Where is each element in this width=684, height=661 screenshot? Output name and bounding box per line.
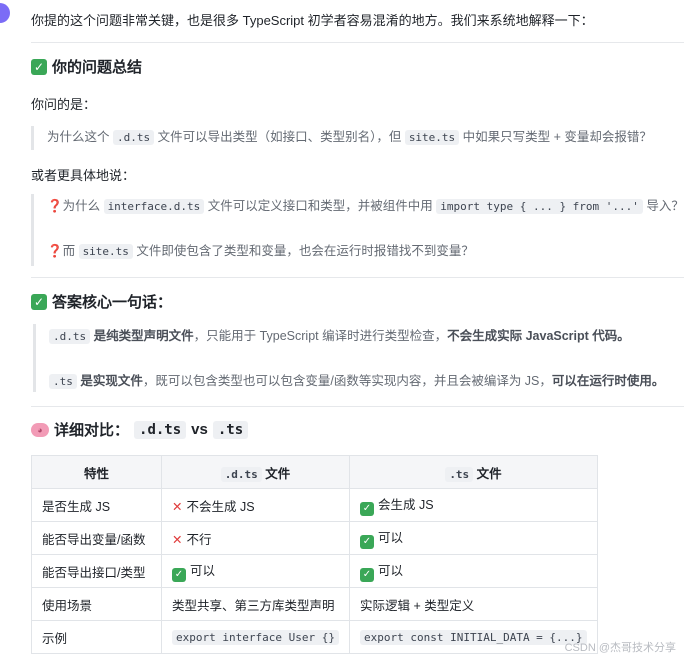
check-icon: ✓	[31, 58, 47, 75]
table-row: 示例 export interface User {} export const…	[31, 620, 598, 654]
header-ts: .ts 文件	[349, 455, 598, 489]
header-dts-suffix: 文件	[261, 466, 291, 481]
table-row: 使用场景 类型共享、第三方库类型声明 实际逻辑 + 类型定义	[31, 587, 598, 621]
row-ts-text: 会生成 JS	[378, 498, 434, 512]
divider	[31, 42, 684, 43]
row-ts-code: export const INITIAL_DATA = {...}	[360, 630, 587, 645]
table-header-row: 特性 .d.ts 文件 .ts 文件	[31, 455, 598, 489]
a1-code-dts: .d.ts	[49, 329, 91, 344]
check-icon: ✓	[172, 568, 186, 582]
header-ts-suffix: 文件	[473, 466, 502, 481]
q2-post: 导入？	[642, 199, 684, 213]
asked-label: 你问的是：	[31, 97, 97, 112]
header-feature: 特性	[31, 455, 162, 489]
a2-mid: ，既可以包含类型也可以包含变量/函数等实现内容，并且会被编译为 JS，	[142, 374, 552, 388]
check-icon: ✓	[31, 293, 47, 310]
row-dts: 类型共享、第三方库类型声明	[161, 587, 350, 621]
summary-heading-text: 你的问题总结	[52, 59, 143, 76]
table-row: 能否导出接口/类型 ✓ 可以 ✓ 可以	[31, 554, 598, 588]
compare-vs: vs	[191, 421, 208, 438]
q1-pre: 为什么这个	[47, 130, 113, 144]
a1-bold2: 不会生成实际 JavaScript 代码。	[447, 329, 630, 343]
row-ts: ✓ 会生成 JS	[349, 488, 598, 522]
row-dts: ✕ 不会生成 JS	[161, 488, 350, 522]
comparison-table: 特性 .d.ts 文件 .ts 文件 是否生成 JS ✕ 不会生成 JS ✓ 会生成…	[31, 455, 598, 654]
row-dts-text: 不行	[186, 532, 212, 547]
q1-post: 中如果只写类型 + 变量却会报错？	[459, 130, 652, 144]
q3-post: 文件即使包含了类型和变量，也会在运行时报错找不到变量？	[132, 244, 474, 258]
question-mark-icon: ❓	[47, 244, 63, 258]
header-ts-code: .ts	[445, 466, 474, 482]
row-ts-text: 可以	[378, 531, 404, 545]
intro-text: 你提的这个问题非常关键，也是很多 TypeScript 初学者容易混淆的地方。我…	[31, 13, 594, 28]
q2-pre: 为什么	[62, 199, 104, 213]
core-heading: ✓ 答案核心一句话：	[31, 291, 172, 312]
check-icon: ✓	[360, 568, 374, 582]
row-dts: export interface User {}	[161, 620, 350, 654]
cross-icon: ✕	[172, 499, 183, 514]
q2-code-import: import type { ... } from '...'	[436, 199, 643, 214]
row-ts: 实际逻辑 + 类型定义	[349, 587, 598, 621]
row-feature: 示例	[31, 620, 162, 654]
compare-heading: ◕ 详细对比： .d.ts vs .ts	[31, 419, 249, 440]
brain-icon: ◕	[31, 422, 49, 437]
row-dts: ✕ 不行	[161, 521, 350, 555]
row-dts-text: 可以	[190, 564, 216, 578]
row-ts: ✓ 可以	[349, 521, 598, 555]
header-dts: .d.ts 文件	[161, 455, 350, 489]
more-specific-label: 或者更具体地说：	[31, 168, 136, 183]
check-icon: ✓	[360, 535, 374, 549]
message-content: 你提的这个问题非常关键，也是很多 TypeScript 初学者容易混淆的地方。我…	[31, 0, 684, 661]
row-dts-text: 不会生成 JS	[186, 499, 255, 514]
cross-icon: ✕	[172, 532, 183, 547]
row-feature: 能否导出接口/类型	[31, 554, 162, 588]
row-dts-code: export interface User {}	[172, 630, 339, 645]
compare-heading-text: 详细对比：	[54, 422, 130, 439]
row-ts: ✓ 可以	[349, 554, 598, 588]
a2-bold2: 可以在运行时使用。	[551, 374, 665, 388]
table-row: 是否生成 JS ✕ 不会生成 JS ✓ 会生成 JS	[31, 488, 598, 522]
a1-mid: ，只能用于 TypeScript 编译时进行类型检查，	[193, 329, 448, 343]
a1-bold1: 是纯类型声明文件	[90, 329, 194, 343]
answer-quote: .d.ts 是纯类型声明文件，只能用于 TypeScript 编译时进行类型检查…	[33, 324, 664, 392]
table-row: 能否导出变量/函数 ✕ 不行 ✓ 可以	[31, 521, 598, 555]
row-dts: ✓ 可以	[161, 554, 350, 588]
a2-bold1: 是实现文件	[76, 374, 143, 388]
row-feature: 能否导出变量/函数	[31, 521, 162, 555]
question-quote: 为什么这个 .d.ts 文件可以导出类型（如接口、类型别名），但 site.ts…	[31, 126, 652, 150]
header-dts-code: .d.ts	[220, 466, 262, 482]
summary-heading: ✓ 你的问题总结	[31, 56, 142, 77]
q3-pre: 而	[62, 244, 79, 258]
q1-code-dts: .d.ts	[112, 130, 155, 145]
row-feature: 是否生成 JS	[31, 488, 162, 522]
divider	[31, 406, 684, 407]
row-ts: export const INITIAL_DATA = {...}	[349, 620, 598, 654]
row-ts-text: 可以	[378, 564, 404, 578]
assistant-avatar	[0, 0, 12, 26]
q1-mid: 文件可以导出类型（如接口、类型别名），但	[154, 130, 405, 144]
a2-code-ts: .ts	[49, 374, 77, 389]
watermark: CSDN @杰哥技术分享	[564, 642, 676, 654]
q2-code-interface: interface.d.ts	[103, 199, 205, 214]
specific-quote: ❓为什么 interface.d.ts 文件可以定义接口和类型，并被组件中用 i…	[31, 194, 684, 266]
divider	[31, 277, 684, 278]
core-heading-text: 答案核心一句话：	[52, 294, 173, 311]
row-feature: 使用场景	[31, 587, 162, 621]
q1-code-site: site.ts	[404, 130, 460, 145]
compare-code-ts: .ts	[212, 420, 249, 439]
q2-mid: 文件可以定义接口和类型，并被组件中用	[204, 199, 437, 213]
q3-code-site: site.ts	[78, 244, 133, 259]
question-mark-icon: ❓	[47, 199, 63, 213]
check-icon: ✓	[360, 502, 374, 516]
compare-code-dts: .d.ts	[134, 420, 187, 439]
